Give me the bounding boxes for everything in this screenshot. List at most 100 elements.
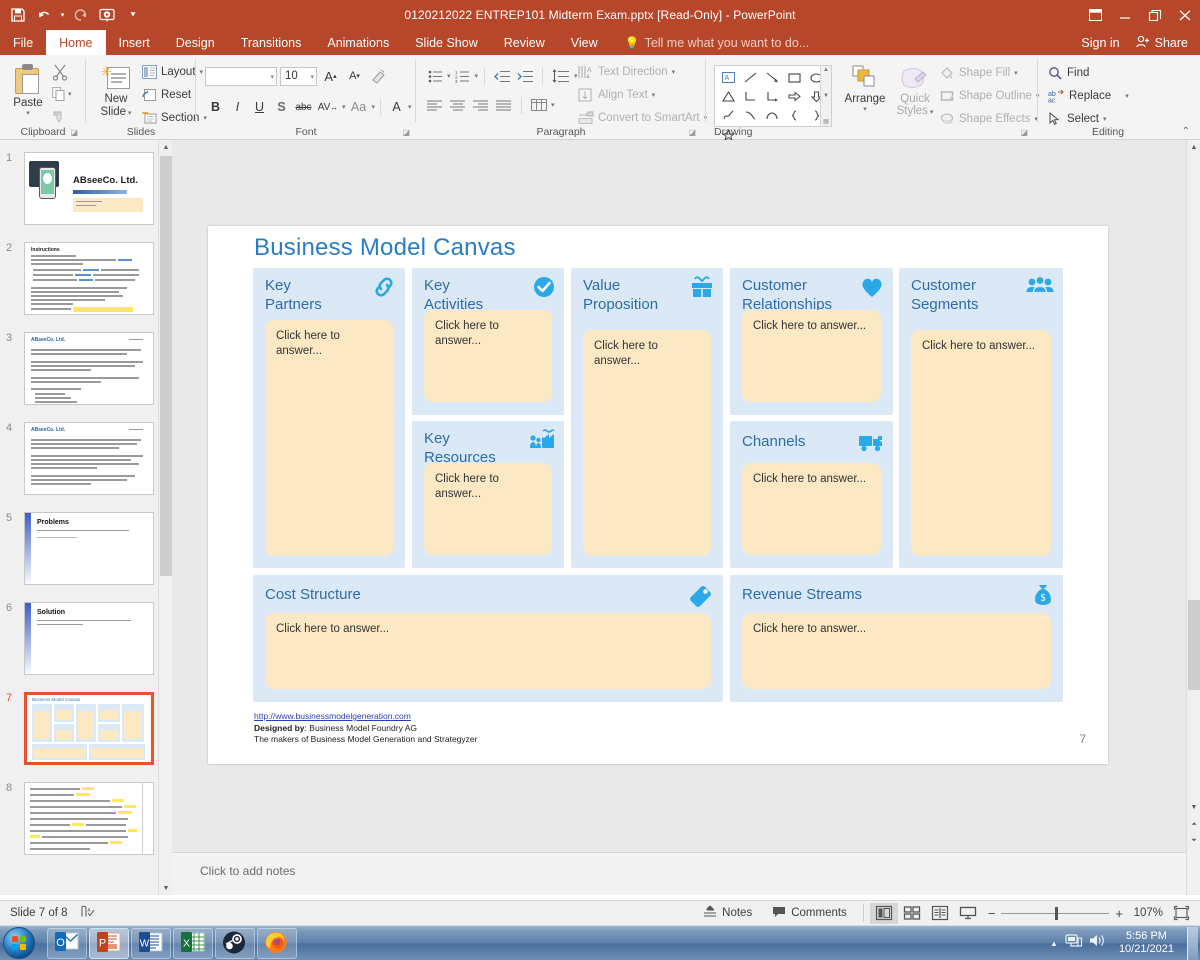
copy-caret-icon[interactable]: ▾ xyxy=(68,90,72,98)
sign-in-button[interactable]: Sign in xyxy=(1071,30,1129,55)
text-shadow-button[interactable]: S xyxy=(271,97,292,117)
notes-button[interactable]: Notes xyxy=(693,904,762,921)
arrange-caret-icon[interactable]: ▾ xyxy=(863,105,867,113)
font-color-caret-icon[interactable]: ▾ xyxy=(408,103,412,111)
arrange-button[interactable]: Arrange ▾ xyxy=(840,65,890,113)
answer-channels[interactable]: Click here to answer... xyxy=(742,463,881,555)
notes-pane[interactable]: Click to add notes xyxy=(172,852,1186,895)
thumbnail-slide-8[interactable]: 8 xyxy=(6,782,154,855)
text-direction-caret-icon[interactable]: ▾ xyxy=(672,68,676,76)
tab-slide-show[interactable]: Slide Show xyxy=(402,30,491,55)
slide-show-view-button[interactable] xyxy=(954,903,982,924)
character-spacing-caret-icon[interactable]: ▾ xyxy=(342,103,346,111)
tab-file[interactable]: File xyxy=(0,30,46,55)
slide-indicator[interactable]: Slide 7 of 8 xyxy=(10,907,68,919)
thumbnail-scroll-thumb[interactable] xyxy=(160,156,172,576)
show-desktop-button[interactable] xyxy=(1187,926,1198,960)
shape-fill-caret-icon[interactable]: ▾ xyxy=(1014,69,1018,77)
clock[interactable]: 5:56 PM 10/21/2021 xyxy=(1113,930,1180,956)
restore-icon[interactable] xyxy=(1140,0,1170,30)
zoom-in-button[interactable]: + xyxy=(1115,906,1123,921)
tell-me-search[interactable]: 💡 Tell me what you want to do... xyxy=(611,30,810,55)
reading-view-button[interactable] xyxy=(926,903,954,924)
character-spacing-button[interactable]: AV ↔ xyxy=(315,97,341,117)
spell-check-icon[interactable]: ᴀ xyxy=(80,905,95,921)
align-left-button[interactable] xyxy=(424,95,446,115)
paste-caret-icon[interactable]: ▾ xyxy=(26,109,30,117)
select-caret-icon[interactable]: ▾ xyxy=(1103,115,1107,123)
cell-customer-segments[interactable]: Customer Segments Click here to answer... xyxy=(899,268,1063,568)
shape-outline-button[interactable]: Shape Outline ▾ xyxy=(940,89,1039,103)
shape-curve-icon[interactable] xyxy=(739,106,761,125)
shapes-gallery[interactable]: A ▲ ▼ ▤ xyxy=(714,65,832,142)
cell-customer-relationships[interactable]: Customer Relationships Click here to answ… xyxy=(730,268,893,415)
thumbnail-slide-4[interactable]: 4 ABseeCo. Ltd. xyxy=(6,422,154,495)
scroll-thumb[interactable] xyxy=(1188,600,1200,690)
font-dialog-launcher[interactable]: ◪ xyxy=(402,128,410,137)
previous-slide-icon[interactable]: ⏶ xyxy=(1187,818,1200,832)
ribbon-display-options-icon[interactable] xyxy=(1080,0,1110,30)
columns-caret-icon[interactable]: ▾ xyxy=(551,101,555,109)
shapes-gallery-more-icon[interactable]: ▤ xyxy=(823,118,829,125)
zoom-out-button[interactable]: − xyxy=(988,906,996,921)
align-text-button[interactable]: Align Text ▾ xyxy=(578,88,655,102)
quick-styles-button[interactable]: Quick Styles ▾ xyxy=(892,65,938,119)
volume-icon[interactable] xyxy=(1089,933,1106,953)
taskbar-app-steam[interactable] xyxy=(215,927,255,959)
increase-indent-button[interactable] xyxy=(514,66,536,86)
italic-button[interactable]: I xyxy=(227,97,248,117)
text-direction-button[interactable]: A Text Direction ▾ xyxy=(578,65,675,79)
line-spacing-button[interactable] xyxy=(549,66,573,86)
taskbar-app-powerpoint[interactable]: P xyxy=(89,927,129,959)
thumbnail-slide-3[interactable]: 3 ABseeCo. Ltd. xyxy=(6,332,154,405)
cell-cost-structure[interactable]: Cost Structure Click here to answer... xyxy=(253,575,723,702)
answer-key-partners[interactable]: Click here to answer... xyxy=(265,320,393,556)
change-case-caret-icon[interactable]: ▾ xyxy=(372,103,376,111)
font-size-input[interactable]: 10 ▾ xyxy=(280,66,317,86)
shape-fill-button[interactable]: Shape Fill ▾ xyxy=(940,66,1018,80)
tab-animations[interactable]: Animations xyxy=(314,30,402,55)
zoom-track[interactable] xyxy=(1001,906,1110,920)
slide-view-scrollbar[interactable]: ▲ ▼ ⏶ ⏷ xyxy=(1186,140,1200,895)
strikethrough-button[interactable]: abc xyxy=(293,97,314,117)
shapes-scroll-up-icon[interactable]: ▲ xyxy=(823,67,829,73)
clear-formatting-button[interactable] xyxy=(368,66,389,86)
reset-button[interactable]: Reset xyxy=(142,88,191,102)
slide-title[interactable]: Business Model Canvas xyxy=(254,234,516,262)
bullets-caret-icon[interactable]: ▾ xyxy=(447,72,451,80)
cell-key-partners[interactable]: Key Partners Click here to answer... xyxy=(253,268,405,568)
answer-value-proposition[interactable]: Click here to answer... xyxy=(583,330,711,556)
shape-textbox-icon[interactable]: A xyxy=(717,68,739,87)
thumbnail-scroll-up-icon[interactable]: ▲ xyxy=(159,140,172,154)
scroll-down-icon[interactable]: ▼ xyxy=(1187,800,1200,814)
share-button[interactable]: Share xyxy=(1130,30,1200,55)
answer-customer-segments[interactable]: Click here to answer... xyxy=(911,330,1051,556)
comments-button[interactable]: Comments xyxy=(762,906,857,921)
cell-key-resources[interactable]: Key Resources Click here to answer... xyxy=(412,421,564,568)
thumbnail-slide-2[interactable]: 2 Instructions xyxy=(6,242,154,315)
thumbnail-pane-scrollbar[interactable]: ▲ ▼ xyxy=(158,140,172,895)
shape-scribble-icon[interactable] xyxy=(717,106,739,125)
answer-key-activities[interactable]: Click here to answer... xyxy=(424,310,552,402)
shape-effects-button[interactable]: Shape Effects ▾ xyxy=(940,112,1038,126)
cell-revenue-streams[interactable]: Revenue Streams $ Click here to answer..… xyxy=(730,575,1063,702)
justify-button[interactable] xyxy=(493,95,515,115)
zoom-level[interactable]: 107% xyxy=(1129,907,1163,919)
taskbar-app-word[interactable]: W xyxy=(131,927,171,959)
close-icon[interactable] xyxy=(1170,0,1200,30)
taskbar-app-outlook[interactable]: O xyxy=(47,927,87,959)
slide-thumbnail-pane[interactable]: 1 ABseeCo. Ltd. 2 Instructions 3 ABseeCo… xyxy=(0,140,172,895)
shape-triangle-icon[interactable] xyxy=(717,87,739,106)
font-name-input[interactable]: ▾ xyxy=(205,66,277,86)
tab-home[interactable]: Home xyxy=(46,30,106,55)
answer-key-resources[interactable]: Click here to answer... xyxy=(424,463,552,555)
copy-button[interactable]: ▾ xyxy=(52,87,72,101)
shape-arc-icon[interactable] xyxy=(761,106,783,125)
thumbnail-slide-6[interactable]: 6 Solution xyxy=(6,602,154,675)
shape-rectangle-icon[interactable] xyxy=(783,68,805,87)
font-size-caret-icon[interactable]: ▾ xyxy=(310,73,314,81)
font-name-caret-icon[interactable]: ▾ xyxy=(270,73,274,81)
cell-channels[interactable]: Channels Click here to answer... xyxy=(730,421,893,568)
underline-button[interactable]: U xyxy=(249,97,270,117)
thumbnail-slide-5[interactable]: 5 Problems xyxy=(6,512,154,585)
